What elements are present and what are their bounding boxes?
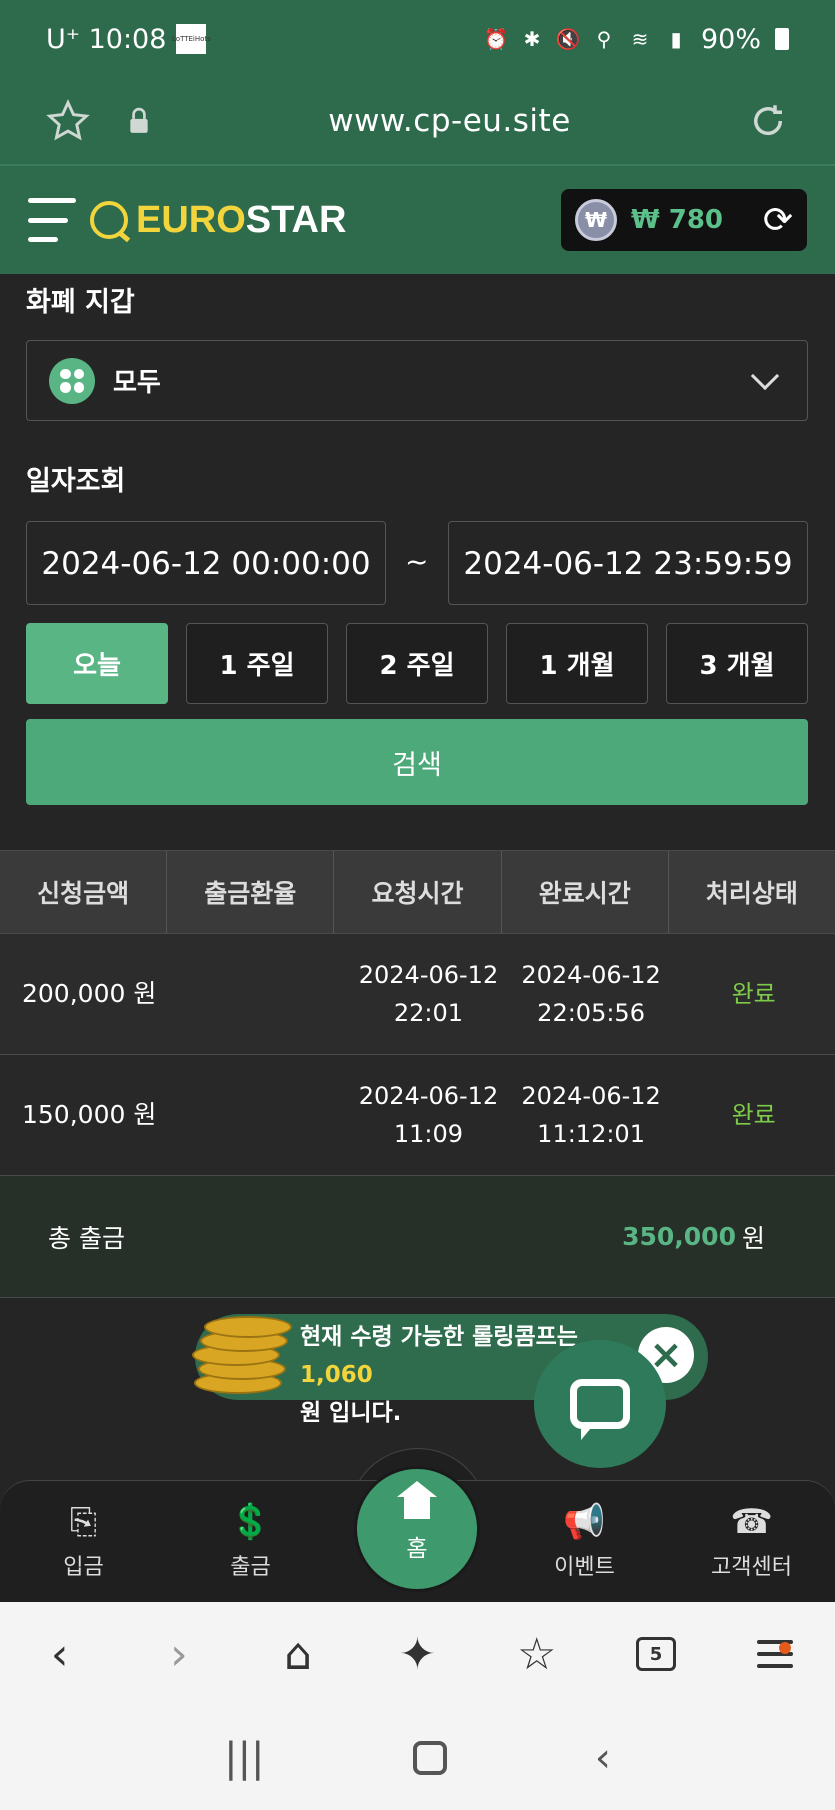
column-header: 처리상태 [705, 879, 798, 908]
eurostar-logo[interactable]: EURO STAR [90, 199, 346, 242]
menu-icon[interactable] [28, 198, 76, 242]
chat-button[interactable] [534, 1340, 666, 1468]
tabs-button[interactable]: 5 [596, 1637, 715, 1671]
table-header: 신청금액 출금환율 요청시간 완료시간 처리상태 [0, 850, 835, 934]
url-text[interactable]: www.cp-eu.site [152, 103, 747, 139]
wallet-label: 화폐 지갑 [26, 287, 135, 318]
date-from-input[interactable]: 2024-06-12 00:00:00 [26, 521, 386, 605]
nav-event[interactable]: 📢 이벤트 [501, 1481, 668, 1602]
wallet-select-value: 모두 [113, 368, 161, 398]
gold-coins-icon [190, 1310, 292, 1400]
date-to-input[interactable]: 2024-06-12 23:59:59 [448, 521, 808, 605]
nav-home-button[interactable]: 홈 [354, 1466, 480, 1592]
logo-mark-icon [90, 201, 128, 239]
nav-deposit-label: 입금 [63, 1554, 104, 1580]
column-header: 요청시간 [334, 851, 502, 933]
period-today-button[interactable]: 오늘 [26, 623, 168, 704]
table-row: 200,000 원 2024-06-12 22:01 2024-06-12 22:0… [0, 934, 835, 1055]
notification-thumbnail-icon: LoTTEiHots [172, 24, 211, 54]
browser-home-icon[interactable]: ⌂ [239, 1629, 358, 1680]
request-time-cell: 2024-06-12 11:09 [358, 1082, 499, 1148]
logo-text-star: STAR [245, 198, 347, 241]
status-cell: 완료 [731, 1101, 776, 1129]
forward-icon[interactable]: › [119, 1629, 238, 1680]
status-bar: U⁺ 10:08 LoTTEiHots ⏰ ✱ 🔇 ⚲ ≋ ▮ 90% [0, 0, 835, 78]
wifi-icon: ≋ [631, 27, 649, 51]
balance-box: ₩ ₩ 780 ⟳ [561, 189, 807, 251]
browser-menu-button[interactable] [716, 1640, 835, 1668]
android-home-icon[interactable] [412, 1741, 447, 1775]
total-row: 총 출금 350,000 원 [0, 1176, 835, 1298]
notification-dot [778, 1642, 791, 1654]
browser-toolbar: ‹ › ⌂ ✦ ☆ 5 [0, 1602, 835, 1706]
date-search-label: 일자조회 [26, 466, 126, 497]
date-separator: ~ [405, 545, 429, 578]
status-cell: 완료 [731, 980, 776, 1008]
megaphone-icon: 📢 [563, 1501, 606, 1542]
signal-icon: ▮ [670, 27, 682, 51]
bookmarks-star-icon[interactable]: ☆ [477, 1629, 596, 1680]
sparkle-icon[interactable]: ✦ [358, 1629, 477, 1680]
request-time-cell: 2024-06-12 22:01 [358, 961, 499, 1027]
browser-address-bar: www.cp-eu.site [0, 78, 835, 164]
android-nav-bar: ||| ‹ [0, 1706, 835, 1810]
rate-cell [185, 934, 348, 1054]
location-icon: ⚲ [596, 27, 612, 51]
nav-support[interactable]: ☎ 고객센터 [668, 1481, 835, 1602]
logo-text-euro: EURO [136, 198, 246, 241]
status-time: U⁺ 10:08 [46, 23, 167, 55]
nav-withdraw[interactable]: 💲 출금 [167, 1481, 334, 1602]
complete-time-cell: 2024-06-12 22:05:56 [521, 961, 661, 1027]
recents-icon[interactable]: ||| [224, 1735, 264, 1781]
nav-home-label: 홈 [406, 1536, 428, 1562]
alarm-icon: ⏰ [483, 27, 509, 51]
withdrawal-table: 신청금액 출금환율 요청시간 완료시간 처리상태 200,000 원 2024-… [0, 850, 835, 1298]
lock-icon [130, 107, 148, 133]
back-icon[interactable]: ‹ [0, 1629, 119, 1680]
total-value: 350,000 [622, 1222, 736, 1251]
column-header: 신청금액 [0, 851, 168, 933]
nav-deposit[interactable]: ⎘ 입금 [0, 1481, 167, 1602]
battery-icon [775, 28, 789, 50]
battery-percent: 90% [700, 23, 761, 55]
period-3month-button[interactable]: 3 개월 [666, 623, 808, 704]
chevron-down-icon [750, 361, 780, 390]
total-unit: 원 [741, 1223, 765, 1253]
refresh-balance-icon[interactable]: ⟳ [763, 200, 793, 241]
all-grid-icon [49, 357, 95, 404]
app-header: EURO STAR ₩ ₩ 780 ⟳ [0, 164, 835, 274]
promo-amount: 1,060 [300, 1362, 373, 1388]
reload-icon[interactable] [747, 100, 789, 142]
deposit-icon: ⎘ [69, 1501, 98, 1542]
search-button[interactable]: 검색 [26, 719, 808, 805]
phone-24-icon: ☎ [730, 1501, 773, 1542]
rate-cell [185, 1055, 348, 1175]
column-header: 완료시간 [502, 851, 669, 933]
withdraw-icon: 💲 [229, 1501, 272, 1542]
tabs-icon: 5 [636, 1637, 677, 1671]
amount-cell: 150,000 원 [22, 1100, 157, 1129]
home-icon [397, 1481, 437, 1525]
android-back-icon[interactable]: ‹ [595, 1735, 611, 1781]
nav-withdraw-label: 출금 [230, 1554, 271, 1580]
column-header: 출금환율 [167, 851, 335, 933]
period-1month-button[interactable]: 1 개월 [506, 623, 648, 704]
period-1week-button[interactable]: 1 주일 [186, 623, 328, 704]
won-coin-icon: ₩ [575, 199, 617, 241]
bluetooth-icon: ✱ [523, 27, 541, 51]
wallet-select[interactable]: 모두 [26, 340, 808, 421]
chat-bubble-icon [570, 1379, 630, 1440]
bookmark-star-icon[interactable] [46, 99, 90, 143]
mute-icon: 🔇 [555, 27, 581, 51]
nav-support-label: 고객센터 [711, 1554, 792, 1580]
total-label: 총 출금 [48, 1223, 125, 1253]
balance-amount: ₩ 780 [631, 205, 724, 235]
amount-cell: 200,000 원 [22, 979, 157, 1008]
table-row: 150,000 원 2024-06-12 11:09 2024-06-12 11:1… [0, 1055, 835, 1176]
complete-time-cell: 2024-06-12 11:12:01 [521, 1082, 661, 1148]
nav-event-label: 이벤트 [554, 1554, 615, 1580]
period-2week-button[interactable]: 2 주일 [346, 623, 488, 704]
